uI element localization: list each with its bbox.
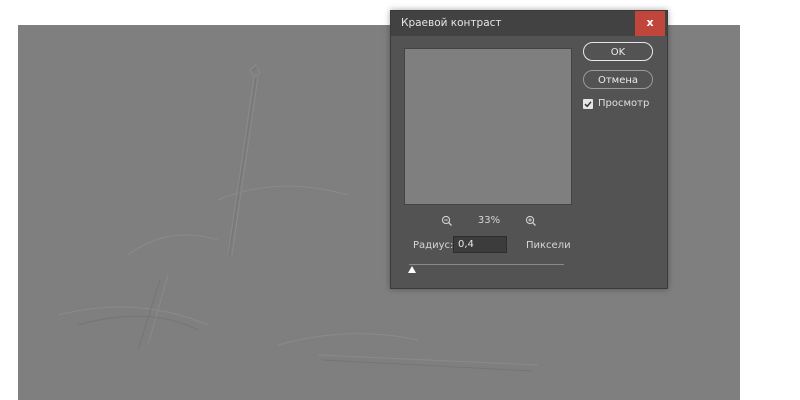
radius-input[interactable]: [453, 236, 507, 253]
close-button[interactable]: x: [635, 11, 665, 36]
preview-label: Просмотр: [598, 98, 650, 109]
checkmark-icon: [584, 101, 592, 108]
radius-label: Радиус:: [413, 240, 454, 251]
preview-pane[interactable]: [404, 48, 572, 205]
zoom-controls: 33%: [404, 213, 570, 231]
zoom-out-icon[interactable]: [440, 214, 454, 228]
radius-slider-thumb[interactable]: [408, 266, 417, 273]
ok-button[interactable]: OK: [583, 42, 653, 61]
cancel-button[interactable]: Отмена: [583, 70, 653, 89]
zoom-in-icon[interactable]: [524, 214, 538, 228]
preview-checkbox[interactable]: [583, 99, 593, 109]
dialog-titlebar[interactable]: Краевой контраст x: [391, 11, 667, 36]
radius-units-label: Пиксели: [526, 240, 571, 251]
zoom-level-text: 33%: [477, 215, 501, 226]
dialog-title: Краевой контраст: [401, 17, 502, 29]
edge-contrast-dialog: Краевой контраст x 33% Радиус: Пиксели: [390, 10, 668, 289]
preview-toggle[interactable]: Просмотр: [583, 98, 663, 112]
radius-slider-track[interactable]: [409, 264, 564, 265]
radius-row: Радиус: Пиксели: [413, 236, 653, 256]
